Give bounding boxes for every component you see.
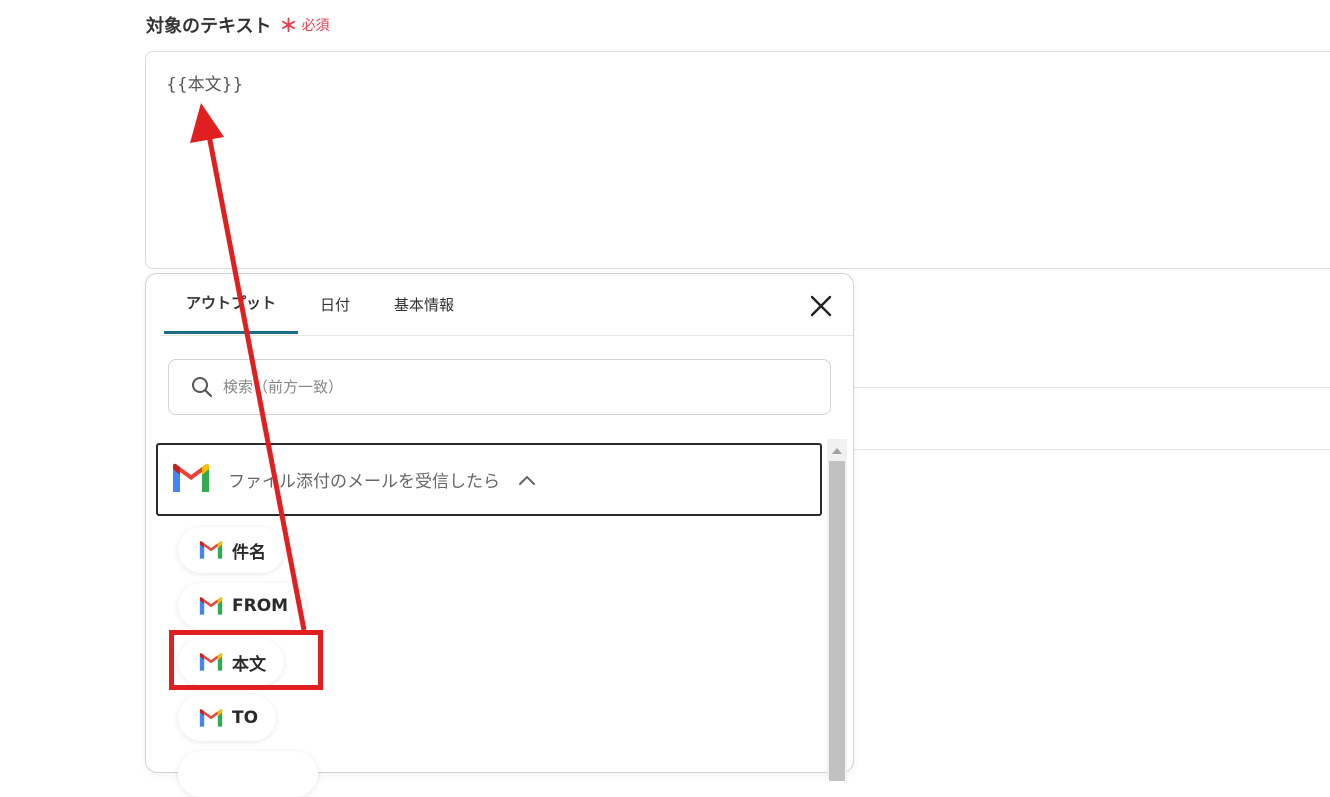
bg-divider-2	[854, 449, 1330, 450]
gmail-icon	[198, 652, 224, 672]
output-picker-panel: アウトプット 日付 基本情報 ファイル添付のメールを受信したら	[145, 273, 854, 797]
output-item-label: TO	[232, 708, 259, 728]
close-icon	[810, 295, 832, 317]
output-item-body[interactable]: 本文	[178, 639, 284, 685]
target-text-input[interactable]: {{本文}}	[145, 51, 1330, 269]
field-label-text: 対象のテキスト	[146, 16, 272, 37]
search-field[interactable]	[168, 359, 831, 415]
target-text-value: {{本文}}	[166, 75, 244, 95]
group-title: ファイル添付のメールを受信したら	[228, 472, 500, 492]
required-mark: ＊	[279, 16, 298, 37]
tab-basic-info[interactable]: 基本情報	[372, 274, 476, 334]
tab-date[interactable]: 日付	[298, 274, 372, 334]
output-item-label: 本文	[232, 654, 266, 675]
tabs-divider	[160, 335, 853, 336]
field-label: 対象のテキスト ＊ 必須	[146, 12, 329, 38]
output-item-from[interactable]: FROM	[178, 583, 307, 629]
chevron-up-icon[interactable]	[518, 474, 536, 486]
gmail-icon	[198, 596, 224, 616]
output-item-subject[interactable]: 件名	[178, 527, 284, 573]
bg-divider-1	[854, 387, 1330, 388]
output-item-label: FROM	[232, 596, 289, 616]
scroll-up-arrow-icon[interactable]	[832, 447, 842, 455]
output-item-partial[interactable]	[178, 751, 318, 797]
panel-tabs: アウトプット 日付 基本情報	[164, 274, 476, 334]
gmail-icon	[198, 708, 224, 728]
scrollbar-thumb[interactable]	[829, 461, 845, 781]
search-icon	[192, 377, 213, 398]
output-item-to[interactable]: TO	[178, 695, 277, 741]
required-text: 必須	[301, 18, 330, 34]
gmail-icon	[170, 462, 212, 498]
close-button[interactable]	[807, 292, 835, 320]
gmail-icon	[198, 540, 224, 560]
scrollbar[interactable]	[827, 439, 847, 781]
search-input[interactable]	[221, 377, 785, 397]
trigger-group-header[interactable]: ファイル添付のメールを受信したら	[156, 443, 822, 516]
tab-output[interactable]: アウトプット	[164, 274, 299, 334]
output-item-label: 件名	[232, 542, 266, 563]
